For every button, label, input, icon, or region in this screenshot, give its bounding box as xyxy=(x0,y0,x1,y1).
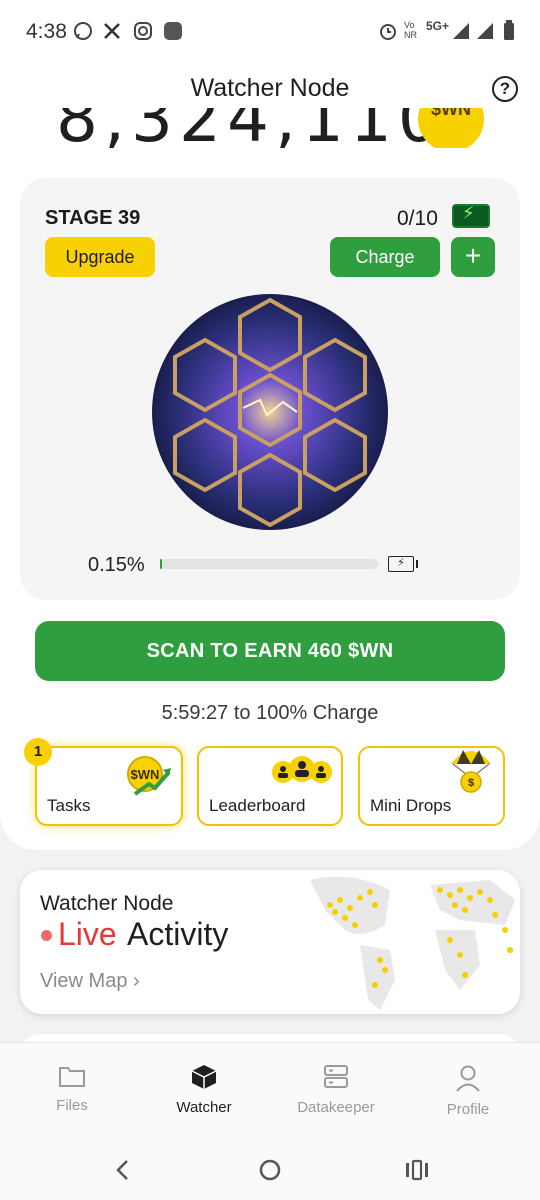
charge-battery-icon: ⚡ xyxy=(388,556,414,572)
nav-profile[interactable]: Profile xyxy=(413,1064,523,1118)
nav-datakeeper[interactable]: Datakeeper xyxy=(281,1064,391,1116)
lightning-icon: ⚡ xyxy=(462,203,475,223)
progress-track xyxy=(160,559,378,569)
network-type: 5G+ xyxy=(426,19,450,33)
person-icon xyxy=(456,1065,480,1092)
view-map-link[interactable]: View Map › xyxy=(40,970,140,993)
nav-datakeeper-label: Datakeeper xyxy=(297,1099,375,1116)
tasks-label: Tasks xyxy=(47,796,91,815)
progress-percent: 0.15% xyxy=(88,554,145,576)
whatsapp-icon xyxy=(74,22,92,40)
leaderboard-label: Leaderboard xyxy=(209,796,306,815)
nav-files[interactable]: Files xyxy=(17,1064,127,1114)
tasks-badge: 1 xyxy=(24,738,52,766)
progress-fill xyxy=(160,559,162,569)
home-icon[interactable] xyxy=(258,1158,282,1182)
page-title: Watcher Node xyxy=(190,74,350,102)
x-logo-icon xyxy=(104,23,120,39)
balance-display: 8,324,110 $WN xyxy=(0,108,540,148)
upgrade-button[interactable]: Upgrade xyxy=(45,237,155,277)
live-label: Live xyxy=(58,916,117,952)
svg-text:$: $ xyxy=(468,777,474,789)
folder-icon xyxy=(59,1067,85,1087)
alarm-icon xyxy=(380,24,396,40)
wn-coin-icon: $WN xyxy=(418,108,484,148)
add-charge-button[interactable]: + xyxy=(451,237,495,277)
charge-count: 0/10 xyxy=(397,207,438,230)
server-icon xyxy=(324,1065,348,1088)
instagram-icon xyxy=(134,22,152,40)
nav-watcher-label: Watcher xyxy=(176,1099,232,1116)
charge-timer: 5:59:27 to 100% Charge xyxy=(161,702,379,724)
balance-value: 8,324,110 xyxy=(56,108,446,148)
nav-files-label: Files xyxy=(56,1097,88,1114)
mini-drops-tile[interactable]: $ Mini Drops xyxy=(358,746,505,826)
chevron-right-icon: › xyxy=(133,970,140,992)
signal-icon-2 xyxy=(477,23,493,39)
users-group-icon xyxy=(272,756,332,783)
world-map-image xyxy=(310,876,515,1010)
volte-icon: Vo NR xyxy=(404,20,417,40)
wn-coin-trend-icon: $WN xyxy=(127,756,171,796)
battery-status-icon xyxy=(504,20,514,40)
stage-label: STAGE 39 xyxy=(45,207,141,229)
nav-watcher[interactable]: Watcher xyxy=(149,1064,259,1116)
charge-battery-tip xyxy=(416,560,418,568)
signal-icon xyxy=(453,23,469,39)
leaderboard-tile[interactable]: Leaderboard xyxy=(197,746,343,826)
parachute-coin-icon: $ xyxy=(451,750,491,793)
activity-label: Activity xyxy=(127,916,229,952)
back-icon[interactable] xyxy=(112,1158,134,1182)
status-time: 4:38 xyxy=(26,20,67,43)
recents-icon[interactable] xyxy=(404,1158,430,1182)
view-map-label: View Map xyxy=(40,970,128,992)
nav-profile-label: Profile xyxy=(446,1101,490,1118)
node-orb-image[interactable] xyxy=(145,290,395,535)
charge-button[interactable]: Charge xyxy=(330,237,440,277)
scan-to-earn-button[interactable]: SCAN TO EARN 460 $WN xyxy=(35,621,505,681)
tasks-tile[interactable]: $WN Tasks xyxy=(35,746,183,826)
cube-icon xyxy=(191,1065,217,1089)
live-activity-title: Watcher Node xyxy=(40,892,174,915)
app-notification-icon xyxy=(164,22,182,40)
mini-drops-label: Mini Drops xyxy=(370,796,452,815)
svg-text:$WN: $WN xyxy=(131,767,160,782)
live-indicator-dot xyxy=(41,930,52,941)
help-icon[interactable]: ? xyxy=(492,76,518,102)
